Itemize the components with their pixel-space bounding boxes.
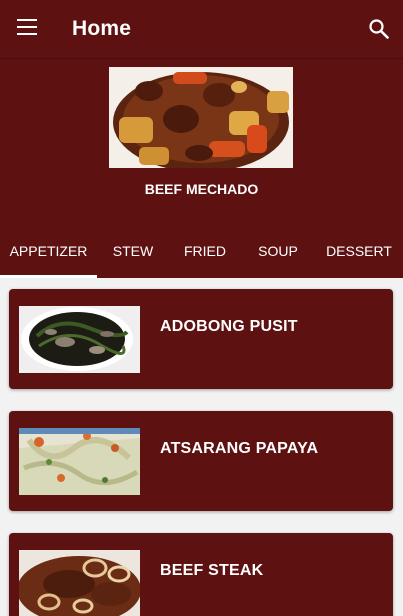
tab-dessert[interactable]: DESSERT xyxy=(315,230,403,275)
featured-recipe-image[interactable] xyxy=(109,67,293,168)
recipe-thumbnail xyxy=(19,306,140,373)
tab-fried[interactable]: FRIED xyxy=(169,230,241,275)
category-tabs: APPETIZER STEW FRIED SOUP DESSERT xyxy=(0,230,403,278)
tab-appetizer[interactable]: APPETIZER xyxy=(0,230,97,275)
recipe-card[interactable]: ATSARANG PAPAYA xyxy=(9,411,393,511)
recipe-title: BEEF STEAK xyxy=(160,562,264,579)
page-title: Home xyxy=(72,17,132,40)
search-icon[interactable] xyxy=(368,18,390,40)
recipe-thumbnail xyxy=(19,428,140,495)
app-bar: Home xyxy=(0,0,403,59)
tab-soup[interactable]: SOUP xyxy=(241,230,315,275)
featured-recipe-title[interactable]: BEEF MECHADO xyxy=(0,181,403,197)
recipe-title: ADOBONG PUSIT xyxy=(160,318,298,335)
header: Home BEEF MECHADO xyxy=(0,0,403,230)
recipe-thumbnail xyxy=(19,550,140,616)
recipe-card[interactable]: ADOBONG PUSIT xyxy=(9,289,393,389)
recipe-list[interactable]: ADOBONG PUSIT ATSARANG PAPAYA BEEF STEAK xyxy=(0,278,403,616)
hamburger-menu-icon[interactable] xyxy=(17,19,37,37)
app-screen: Home BEEF MECHADO APPETIZER STEW FRIED S… xyxy=(0,0,403,616)
recipe-card[interactable]: BEEF STEAK xyxy=(9,533,393,616)
recipe-title: ATSARANG PAPAYA xyxy=(160,440,319,457)
tab-stew[interactable]: STEW xyxy=(97,230,169,275)
